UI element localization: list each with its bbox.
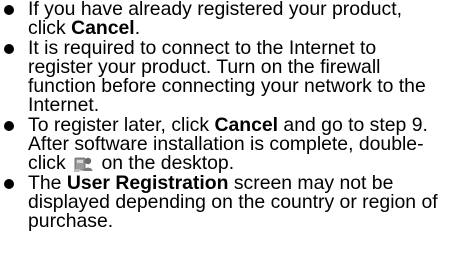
note-line: purchase. [28,212,463,231]
notes-list: If you have already registered your prod… [0,0,469,232]
note-line: After software installation is complete,… [28,134,463,154]
bullet-icon [4,120,14,131]
note-item: The User Registration screen may not be d… [0,173,469,232]
bullet-icon [4,178,14,189]
note-text: purchase. [28,210,114,233]
bullet-icon [4,43,14,54]
user-registration-shortcut-icon [73,155,94,173]
note-item: It is required to connect to the Interne… [0,38,469,116]
note-item: To register later, click Cancel and go t… [0,115,469,174]
note-item: If you have already registered your prod… [0,0,469,39]
bullet-icon [4,5,14,15]
